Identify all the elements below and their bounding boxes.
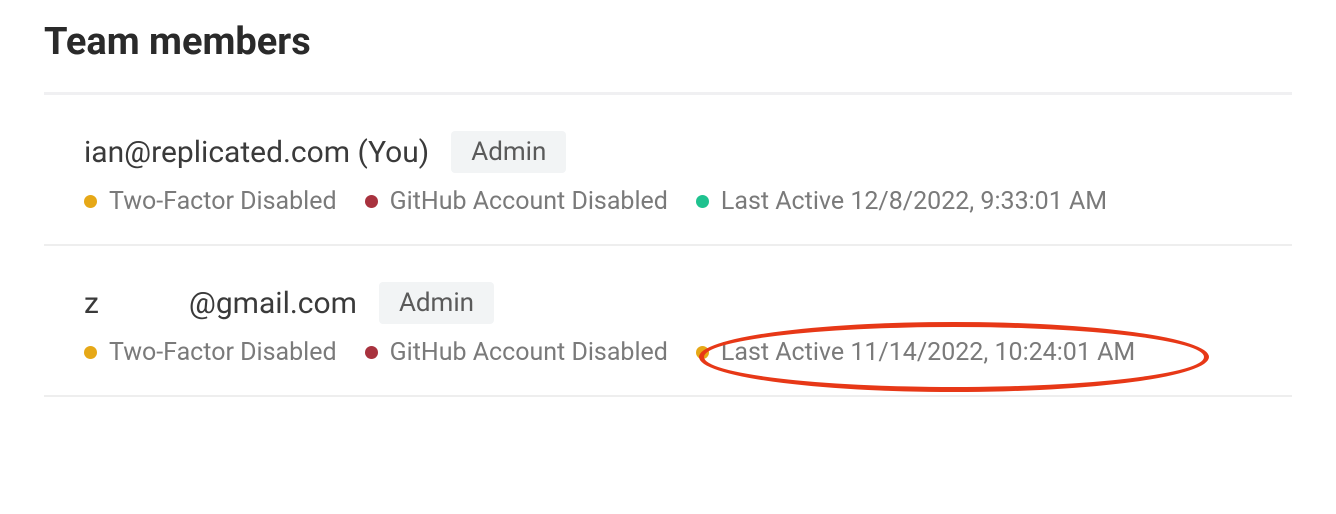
status-dot-icon (696, 195, 709, 208)
status-two-factor: Two-Factor Disabled (84, 338, 337, 367)
member-header: ian@replicated.com (You) Admin (84, 131, 1252, 173)
member-header: z @gmail.com Admin (84, 282, 1252, 324)
member-status-line: Two-Factor Disabled GitHub Account Disab… (84, 338, 1252, 367)
status-dot-icon (84, 346, 97, 359)
status-dot-icon (365, 346, 378, 359)
status-github: GitHub Account Disabled (365, 187, 668, 216)
email-prefix: z (84, 286, 99, 321)
status-label: Last Active 12/8/2022, 9:33:01 AM (721, 187, 1107, 216)
status-label: Two-Factor Disabled (109, 187, 337, 216)
status-dot-icon (696, 346, 709, 359)
status-github: GitHub Account Disabled (365, 338, 668, 367)
member-row: z @gmail.com Admin Two-Factor Disabled Gi… (44, 246, 1292, 397)
role-badge: Admin (379, 282, 494, 324)
member-row: ian@replicated.com (You) Admin Two-Facto… (44, 95, 1292, 246)
status-label: Last Active 11/14/2022, 10:24:01 AM (721, 338, 1135, 367)
status-two-factor: Two-Factor Disabled (84, 187, 337, 216)
role-badge: Admin (451, 131, 566, 173)
status-label: GitHub Account Disabled (390, 187, 668, 216)
page-title: Team members (44, 20, 1292, 64)
member-email: z @gmail.com (84, 286, 357, 321)
status-last-active: Last Active 11/14/2022, 10:24:01 AM (696, 338, 1135, 367)
status-label: Two-Factor Disabled (109, 338, 337, 367)
status-label: GitHub Account Disabled (390, 338, 668, 367)
status-last-active: Last Active 12/8/2022, 9:33:01 AM (696, 187, 1107, 216)
status-dot-icon (365, 195, 378, 208)
member-email: ian@replicated.com (You) (84, 135, 429, 170)
status-dot-icon (84, 195, 97, 208)
email-suffix: @gmail.com (189, 286, 357, 321)
member-status-line: Two-Factor Disabled GitHub Account Disab… (84, 187, 1252, 216)
